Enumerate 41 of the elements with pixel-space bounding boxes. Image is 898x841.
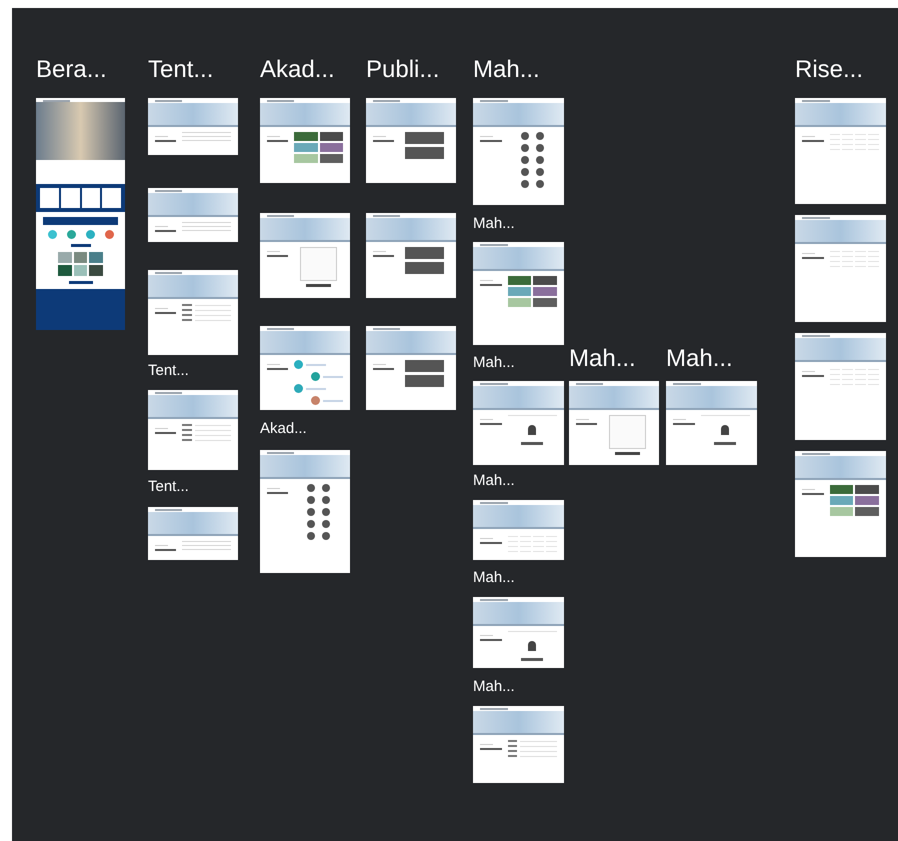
artboard-title[interactable]: Bera... <box>36 58 107 82</box>
page-thumbnail[interactable] <box>473 500 564 560</box>
page-thumbnail[interactable] <box>260 98 350 183</box>
artboard-title[interactable]: Akad... <box>260 58 335 82</box>
page-thumbnail[interactable] <box>666 381 757 465</box>
page-thumbnail[interactable] <box>473 242 564 345</box>
artboard-title[interactable]: Tent... <box>148 363 189 378</box>
page-thumbnail[interactable] <box>473 597 564 668</box>
page-thumbnail[interactable] <box>569 381 659 465</box>
artboard-title[interactable]: Mah... <box>473 679 515 694</box>
artboard-title[interactable]: Mah... <box>473 355 515 370</box>
artboard-title[interactable]: Publi... <box>366 58 440 82</box>
page-thumbnail[interactable] <box>36 98 125 330</box>
page-thumbnail[interactable] <box>148 188 238 242</box>
artboard-title[interactable]: Tent... <box>148 58 214 82</box>
page-thumbnail[interactable] <box>260 326 350 410</box>
page-thumbnail[interactable] <box>366 213 456 298</box>
page-thumbnail[interactable] <box>473 98 564 205</box>
page-thumbnail[interactable] <box>148 98 238 155</box>
artboard-title[interactable]: Mah... <box>473 58 540 82</box>
artboard-title[interactable]: Rise... <box>795 58 864 82</box>
page-thumbnail[interactable] <box>795 451 886 557</box>
artboard-title[interactable]: Mah... <box>473 216 515 231</box>
page-thumbnail[interactable] <box>473 706 564 783</box>
artboard-title[interactable]: Tent... <box>148 479 189 494</box>
page-thumbnail[interactable] <box>795 215 886 322</box>
page-thumbnail[interactable] <box>148 507 238 560</box>
artboard-title[interactable]: Mah... <box>666 347 733 371</box>
page-thumbnail[interactable] <box>795 333 886 440</box>
page-thumbnail[interactable] <box>795 98 886 204</box>
artboard-title[interactable]: Mah... <box>473 570 515 585</box>
page-thumbnail[interactable] <box>148 390 238 470</box>
page-thumbnail[interactable] <box>260 213 350 298</box>
page-thumbnail[interactable] <box>148 270 238 355</box>
artboard-title[interactable]: Akad... <box>260 421 307 436</box>
page-thumbnail[interactable] <box>260 450 350 573</box>
artboard-title[interactable]: Mah... <box>473 473 515 488</box>
page-thumbnail[interactable] <box>366 98 456 183</box>
artboard-title[interactable]: Mah... <box>569 347 636 371</box>
page-thumbnail[interactable] <box>473 381 564 465</box>
page-thumbnail[interactable] <box>366 326 456 410</box>
